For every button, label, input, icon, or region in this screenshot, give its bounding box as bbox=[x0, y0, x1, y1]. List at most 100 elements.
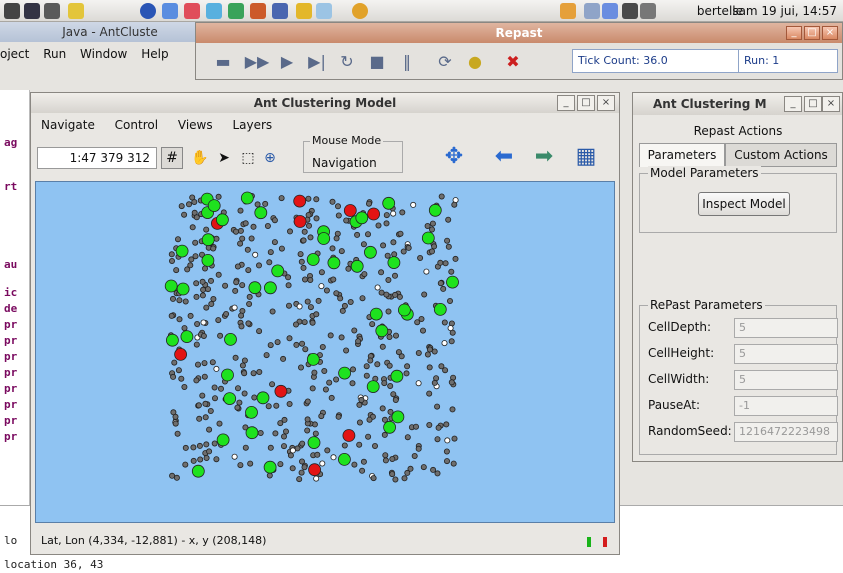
close-icon[interactable]: × bbox=[597, 95, 615, 111]
app-icon[interactable] bbox=[296, 3, 312, 19]
grid-cell bbox=[168, 251, 175, 258]
ant-agent bbox=[363, 245, 377, 259]
monitor-icon[interactable] bbox=[24, 3, 40, 19]
grid-cell bbox=[326, 379, 333, 386]
hand-icon[interactable]: ✋ bbox=[189, 147, 211, 169]
terminal-icon[interactable] bbox=[4, 3, 20, 19]
menu-window[interactable]: Window bbox=[80, 47, 127, 61]
cellheight-field[interactable]: 5 bbox=[734, 344, 838, 364]
grid-cell bbox=[200, 286, 207, 293]
close-icon[interactable]: × bbox=[822, 26, 838, 40]
grid-cell bbox=[426, 390, 433, 397]
maximize-icon[interactable]: □ bbox=[577, 95, 595, 111]
minimize-icon[interactable]: _ bbox=[557, 95, 575, 111]
celldepth-field[interactable]: 5 bbox=[734, 318, 838, 338]
grid-cell bbox=[211, 440, 218, 447]
app-icon[interactable] bbox=[250, 3, 266, 19]
tab-custom-actions[interactable]: Custom Actions bbox=[725, 143, 837, 167]
ant-agent bbox=[421, 231, 435, 245]
load-model-icon[interactable]: ▬ bbox=[210, 49, 236, 73]
app-icon[interactable] bbox=[316, 3, 332, 19]
play-icon[interactable]: ▶ bbox=[274, 49, 300, 73]
volume-icon[interactable] bbox=[640, 3, 656, 19]
cellwidth-field[interactable]: 5 bbox=[734, 370, 838, 390]
minimize-icon[interactable]: _ bbox=[786, 26, 802, 40]
restart-icon[interactable]: ↻ bbox=[334, 49, 360, 73]
exit-icon[interactable]: ✖ bbox=[500, 49, 526, 73]
grid-cell bbox=[172, 420, 179, 427]
ant-agent bbox=[221, 368, 234, 382]
setup-icon[interactable]: ⟳ bbox=[432, 49, 458, 73]
back-arrow-icon[interactable]: ⬅ bbox=[487, 141, 521, 171]
grid-cell bbox=[404, 469, 411, 476]
ant-agent bbox=[271, 264, 285, 278]
app-icon[interactable] bbox=[352, 3, 368, 19]
menu-project[interactable]: oject bbox=[0, 47, 29, 61]
forward-arrow-icon[interactable]: ➡ bbox=[527, 141, 561, 171]
panel-clock[interactable]: sam 19 jui, 14:57 bbox=[732, 4, 837, 18]
pointer-icon[interactable]: ➤ bbox=[213, 147, 235, 169]
ant-window-title: Ant Clustering Model bbox=[31, 93, 619, 113]
grid-cell bbox=[423, 268, 430, 275]
app-icon[interactable] bbox=[184, 3, 200, 19]
menu-views[interactable]: Views bbox=[178, 118, 213, 132]
lightbulb-icon[interactable]: ● bbox=[462, 49, 488, 73]
menu-help[interactable]: Help bbox=[141, 47, 168, 61]
app-icon[interactable] bbox=[206, 3, 222, 19]
grid-cell bbox=[190, 457, 197, 464]
grid-cell bbox=[237, 462, 244, 469]
pause-icon[interactable]: ‖ bbox=[394, 49, 420, 73]
close-icon[interactable]: × bbox=[822, 96, 840, 112]
step-multiple-icon[interactable]: ▶▶ bbox=[244, 49, 270, 73]
grid-cell bbox=[324, 447, 331, 454]
firefox-icon[interactable] bbox=[162, 3, 178, 19]
network-icon[interactable] bbox=[560, 3, 576, 19]
grid-cell bbox=[301, 319, 308, 326]
pauseat-field[interactable]: -1 bbox=[734, 396, 838, 416]
pan-grid-icon[interactable]: # bbox=[161, 147, 183, 169]
maximize-icon[interactable]: □ bbox=[804, 96, 822, 112]
grid-cell bbox=[241, 370, 248, 377]
ant-agent bbox=[342, 429, 356, 442]
grid-cell bbox=[263, 352, 270, 359]
app-icon[interactable] bbox=[44, 3, 60, 19]
step-icon[interactable]: ▶| bbox=[304, 49, 330, 73]
randomseed-field[interactable]: 1216472223498 bbox=[734, 422, 838, 442]
simulation-canvas[interactable] bbox=[35, 181, 615, 523]
grid-cell bbox=[293, 341, 300, 348]
inspect-model-button[interactable]: Inspect Model bbox=[698, 192, 790, 216]
ant-agent bbox=[174, 347, 188, 361]
eclipse-code-editor[interactable]: ag rt au ic de pr pr pr pr pr pr pr pr bbox=[0, 90, 30, 510]
select-box-icon[interactable]: ⬚ bbox=[237, 147, 259, 169]
ant-agent bbox=[355, 211, 369, 225]
zoom-extent-icon[interactable]: ✥ bbox=[439, 141, 469, 171]
zoom-scale-input[interactable]: 1:47 379 312 bbox=[37, 147, 157, 169]
globe-icon[interactable] bbox=[140, 3, 156, 19]
grid-cell bbox=[266, 259, 273, 266]
tab-parameters[interactable]: Parameters bbox=[639, 143, 725, 167]
mouse-mode-value[interactable]: Navigation bbox=[312, 156, 377, 170]
menu-layers[interactable]: Layers bbox=[232, 118, 272, 132]
tray-icon[interactable] bbox=[622, 3, 638, 19]
app-icon[interactable] bbox=[272, 3, 288, 19]
app-icon[interactable] bbox=[228, 3, 244, 19]
menu-run[interactable]: Run bbox=[43, 47, 66, 61]
grid-cell bbox=[449, 406, 456, 413]
grid-cell bbox=[420, 464, 427, 471]
maximize-icon[interactable]: □ bbox=[804, 26, 820, 40]
ant-agent bbox=[216, 433, 230, 447]
menu-control[interactable]: Control bbox=[115, 118, 158, 132]
editor-icon[interactable] bbox=[68, 3, 84, 19]
tray-icon[interactable] bbox=[584, 3, 600, 19]
grid-cell bbox=[298, 458, 305, 465]
menu-navigate[interactable]: Navigate bbox=[41, 118, 95, 132]
minimize-icon[interactable]: _ bbox=[784, 96, 802, 112]
layers-icon[interactable]: ▦ bbox=[571, 141, 601, 171]
tray-icon[interactable] bbox=[602, 3, 618, 19]
zoom-icon[interactable]: ⊕ bbox=[259, 147, 281, 169]
stop-icon[interactable]: ■ bbox=[364, 49, 390, 73]
grid-cell bbox=[319, 343, 326, 350]
console-line: lo bbox=[4, 534, 18, 547]
grid-cell bbox=[238, 323, 245, 330]
grid-cell bbox=[338, 248, 345, 255]
